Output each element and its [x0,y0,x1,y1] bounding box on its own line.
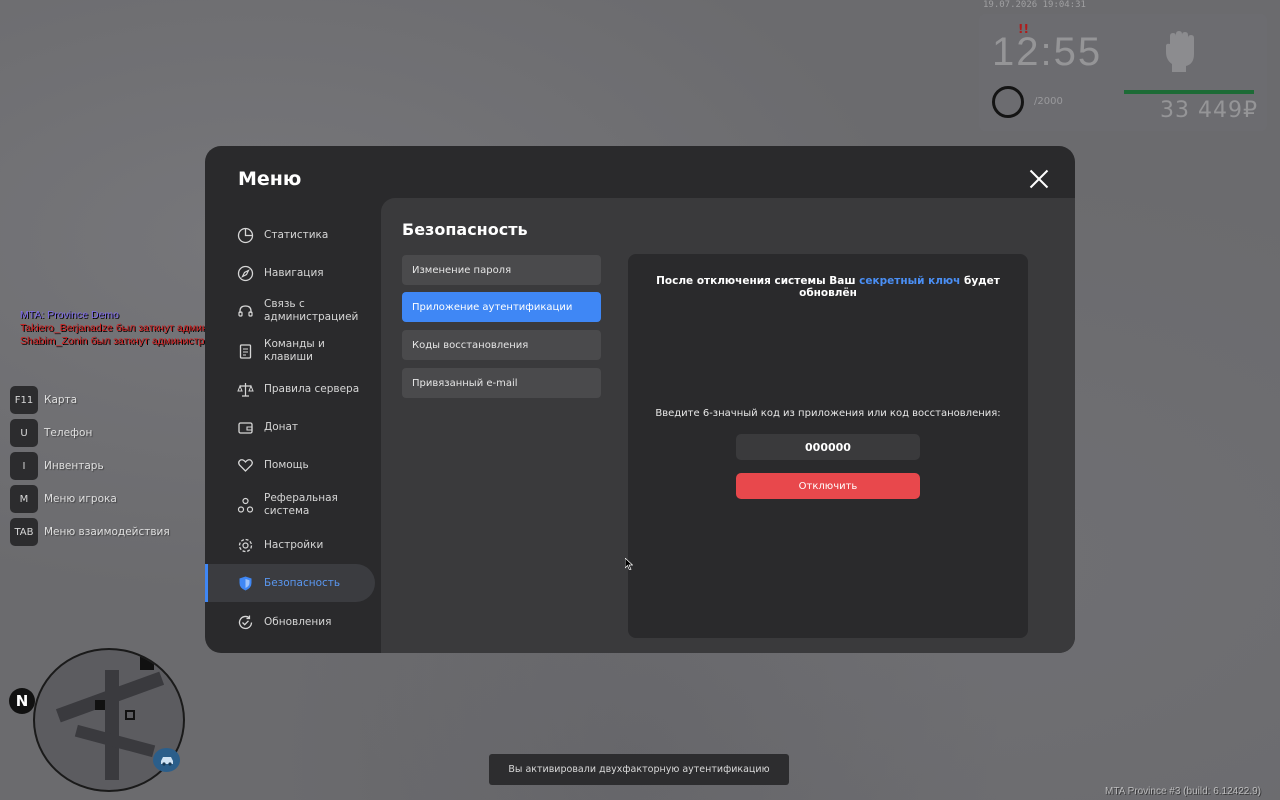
tab-linked-email[interactable]: Привязанный e-mail [402,368,601,398]
sidebar-item-label: Реферальная система [264,492,338,517]
document-icon [237,343,254,360]
wallet-icon [237,419,254,436]
sidebar-item-label: Безопасность [264,576,341,589]
sidebar-item-label: Навигация [264,266,324,279]
hud-ammo: /2000 [1034,96,1063,107]
build-info: MTA Province #3 (build: 6.12422.9) [1105,786,1262,797]
key-badge: U [10,419,38,447]
page-title: Безопасность [402,220,528,239]
sidebar-item-label: Правила сервера [264,382,360,395]
hotkey-inventory: I Инвентарь [10,452,170,480]
sidebar-item-label: Связь с администрацией [264,298,359,323]
sidebar-item-label: Статистика [264,228,329,241]
network-icon [237,497,254,514]
refresh-check-icon [237,614,254,631]
mouse-cursor-icon [625,558,633,570]
hud-date: 19.07.2026 19:04:31 [983,0,1086,10]
vehicle-icon [153,748,180,772]
sidebar-item-label: Настройки [264,538,324,551]
disable-warning: После отключения системы Ваш секретный к… [656,275,1000,299]
health-bar [1124,90,1254,94]
sidebar-item-navigation[interactable]: Навигация [205,254,375,292]
notification-toast: Вы активировали двухфакторную аутентифик… [489,754,789,785]
hotkey-label: Телефон [44,427,93,439]
sidebar-item-settings[interactable]: Настройки [205,526,375,564]
hotkey-phone: U Телефон [10,419,170,447]
sidebar-item-label: Команды и клавиши [264,338,325,363]
hud-money: 33 449₽ [1160,98,1258,123]
close-icon[interactable] [1028,168,1050,190]
hotkey-label: Меню взаимодействия [44,526,170,538]
sidebar-item-label: Обновления [264,615,332,628]
sidebar-item-rules[interactable]: Правила сервера [205,370,375,408]
hud-clock: 12:55 [992,30,1103,74]
sidebar-item-donate[interactable]: Донат [205,408,375,446]
headset-icon [237,303,254,320]
sidebar-item-updates[interactable]: Обновления [205,603,375,641]
key-badge: TAB [10,518,38,546]
main-menu-window: Меню Статистика Навигация Связь с админи… [205,146,1075,653]
sidebar-item-label: Помощь [264,458,309,471]
key-badge: I [10,452,38,480]
sidebar-item-contact-admin[interactable]: Связь с администрацией [205,292,375,330]
handshake-heart-icon [237,457,254,474]
hotkey-label: Меню игрока [44,493,117,505]
code-prompt: Введите 6-значный код из приложения или … [655,408,1001,419]
hotkey-map: F11 Карта [10,386,170,414]
key-badge: F11 [10,386,38,414]
disable-button[interactable]: Отключить [736,473,920,499]
tab-auth-app[interactable]: Приложение аутентификации [402,292,601,322]
menu-title: Меню [238,168,302,190]
hotkey-player-menu: M Меню игрока [10,485,170,513]
compass-icon [237,265,254,282]
fist-icon [1166,31,1194,72]
hotkey-interaction-menu: TAB Меню взаимодействия [10,518,170,546]
tab-recovery-codes[interactable]: Коды восстановления [402,330,601,360]
gear-icon [237,537,254,554]
hotkey-label: Карта [44,394,78,406]
sidebar-item-statistics[interactable]: Статистика [205,216,375,254]
hotkey-label: Инвентарь [44,460,104,472]
sidebar-item-label: Донат [264,420,299,433]
auth-code-input[interactable] [736,434,920,460]
north-indicator: N [9,688,35,714]
sidebar-item-help[interactable]: Помощь [205,446,375,484]
sidebar-item-security[interactable]: Безопасность [205,564,375,602]
auth-app-panel: После отключения системы Ваш секретный к… [628,254,1028,638]
pie-chart-icon [237,227,254,244]
weapon-ring-icon [992,86,1024,118]
security-content: Безопасность Изменение пароля Приложение… [381,198,1075,653]
sidebar-item-referral[interactable]: Реферальная система [205,486,375,524]
hotkey-list: F11 Карта U Телефон I Инвентарь M Меню и… [10,386,170,551]
key-badge: M [10,485,38,513]
secret-key-link[interactable]: секретный ключ [859,275,960,287]
sidebar-item-commands[interactable]: Команды и клавиши [205,332,375,370]
shield-icon [237,575,254,592]
tab-change-password[interactable]: Изменение пароля [402,255,601,285]
scales-icon [237,381,254,398]
